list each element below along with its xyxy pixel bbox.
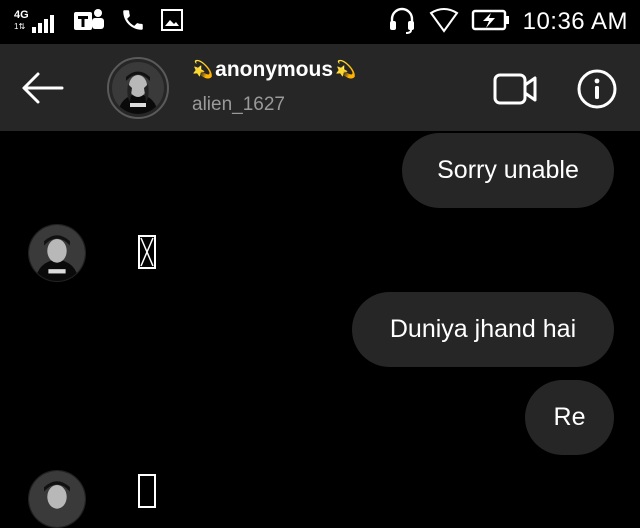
- teams-icon: [72, 7, 106, 38]
- status-left-icons: 4G 1⇅: [14, 8, 184, 36]
- contact-avatar[interactable]: [107, 57, 169, 119]
- contact-name: anonymous: [215, 58, 334, 81]
- arrow-left-icon: [18, 72, 66, 112]
- video-call-button[interactable]: [492, 72, 538, 106]
- contact-name-line[interactable]: 💫 anonymous 💫: [192, 58, 356, 82]
- sent-message-bubble[interactable]: Re: [525, 380, 614, 455]
- back-button[interactable]: [18, 68, 66, 108]
- sender-avatar[interactable]: [28, 224, 86, 282]
- status-bar: 4G 1⇅ 10:36 AM: [0, 0, 640, 44]
- contact-handle: alien_1627: [192, 94, 285, 115]
- unsupported-character-glyph: [138, 474, 156, 508]
- sent-message-bubble[interactable]: Sorry unable: [402, 133, 614, 208]
- chat-header: 💫 anonymous 💫 alien_1627: [0, 44, 640, 131]
- message-text: Re: [553, 403, 586, 431]
- status-time: 10:36 AM: [522, 8, 628, 35]
- video-camera-icon: [492, 73, 538, 110]
- phone-icon: [120, 7, 146, 38]
- signal-icon: 4G 1⇅: [14, 9, 58, 35]
- info-icon: [576, 69, 618, 114]
- sender-avatar[interactable]: [28, 470, 86, 528]
- network-activity-label: 1⇅: [14, 22, 26, 31]
- headset-icon: [387, 5, 417, 40]
- message-text: Duniya jhand hai: [389, 315, 577, 343]
- sent-message-bubble[interactable]: Duniya jhand hai: [352, 292, 614, 367]
- network-type-label: 4G: [14, 9, 29, 21]
- sparkle-right-icon: 💫: [335, 60, 357, 79]
- avatar: [112, 62, 164, 114]
- wifi-icon: [429, 7, 459, 38]
- unsupported-character-glyph: [138, 235, 156, 269]
- gallery-icon: [160, 8, 184, 37]
- sparkle-left-icon: 💫: [192, 60, 214, 79]
- info-button[interactable]: [576, 68, 618, 110]
- message-text: Sorry unable: [437, 156, 579, 184]
- status-right-icons: 10:36 AM: [387, 6, 628, 38]
- battery-charging-icon: [471, 8, 511, 37]
